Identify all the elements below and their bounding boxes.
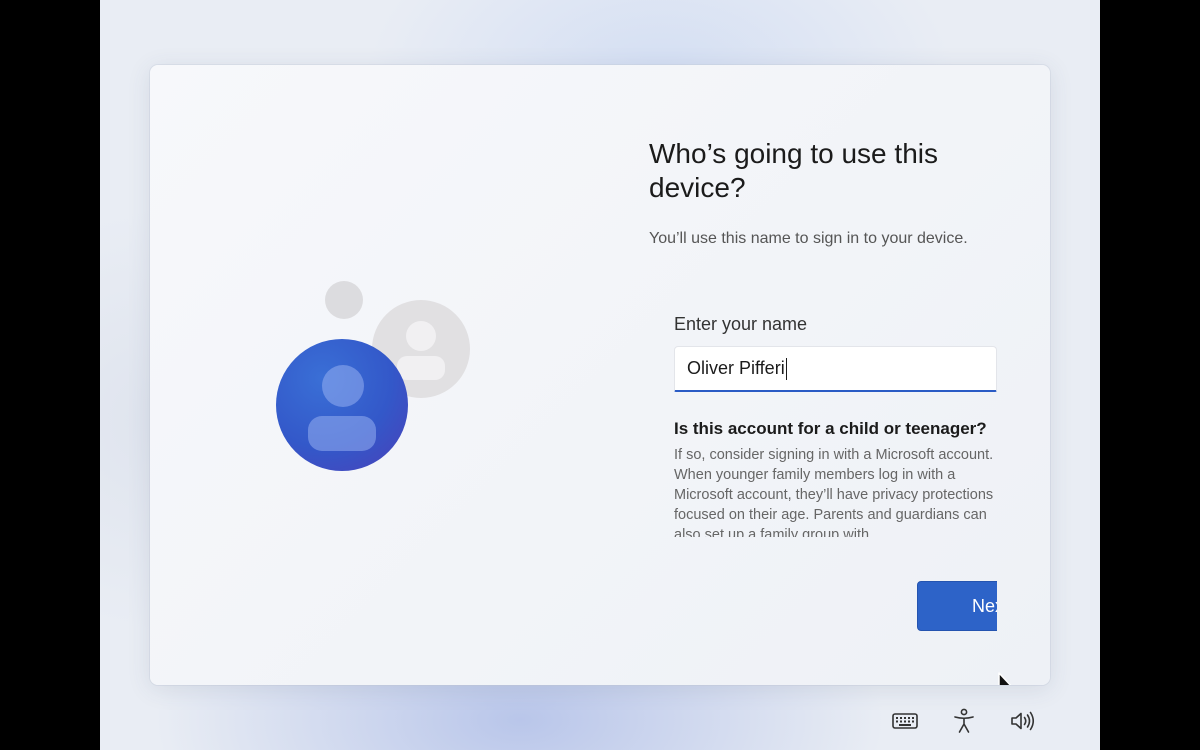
next-button[interactable]: Next xyxy=(917,581,997,631)
child-account-description: If so, consider signing in with a Micros… xyxy=(674,447,994,537)
next-button-clip: Next xyxy=(917,581,997,633)
child-account-heading: Is this account for a child or teenager? xyxy=(674,419,987,438)
accessibility-icon[interactable] xyxy=(949,706,979,736)
user-illustration xyxy=(270,275,490,485)
page-title: Who’s going to use this device? xyxy=(649,138,938,203)
blue-user-icon xyxy=(276,339,408,471)
keyboard-icon[interactable] xyxy=(890,706,920,736)
name-field-label: Enter your name xyxy=(674,314,808,334)
next-button-label: Next xyxy=(972,595,997,616)
setup-card: Who’s going to use this device? You’ll u… xyxy=(150,65,1050,685)
page-subtitle: You’ll use this name to sign in to your … xyxy=(649,230,968,247)
name-input[interactable]: Oliver Pifferi xyxy=(674,346,997,392)
setup-screen: Who’s going to use this device? You’ll u… xyxy=(100,0,1100,750)
text-caret xyxy=(785,357,787,380)
name-input-value: Oliver Pifferi xyxy=(687,358,785,378)
volume-icon[interactable] xyxy=(1008,706,1038,736)
small-dot-icon xyxy=(325,281,363,319)
mouse-cursor-icon xyxy=(998,672,1012,685)
